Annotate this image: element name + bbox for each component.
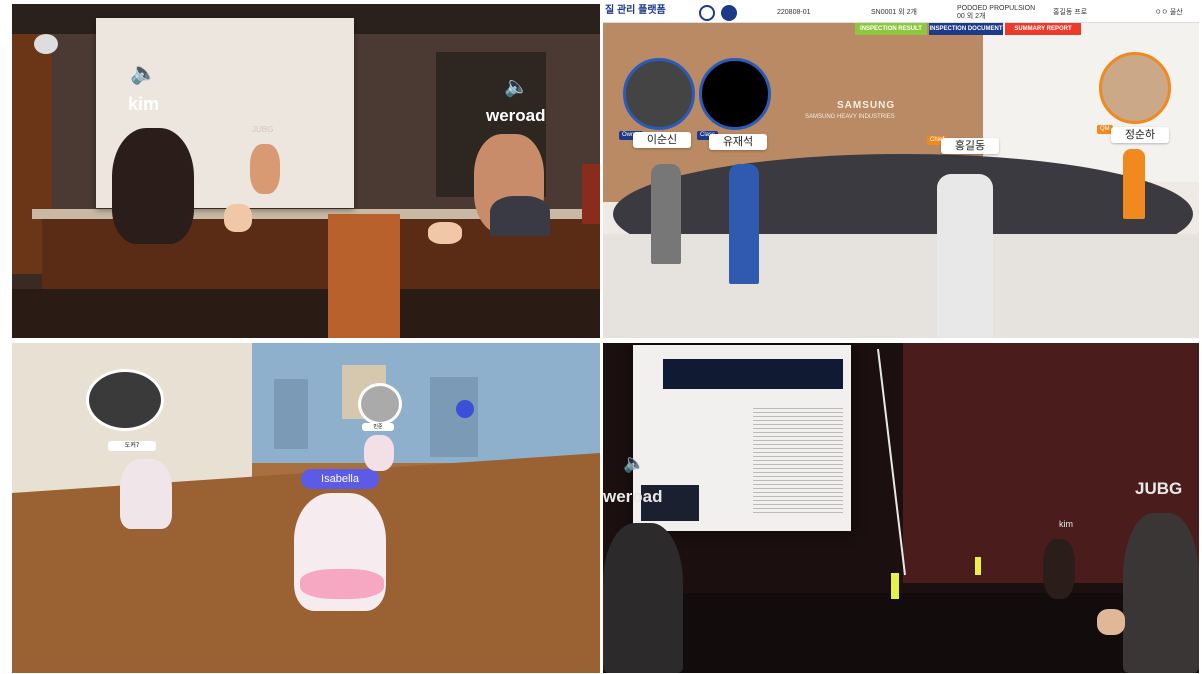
propulsion-info-line1: PODOED PROPULSION <box>957 5 1036 12</box>
serial-number-info: SN0001 외 2개 <box>871 9 917 16</box>
tab-inspection-document[interactable]: INSPECTION DOCUMENT <box>929 23 1003 35</box>
user-info[interactable]: ㅇㅇ 울산 <box>1155 9 1183 17</box>
video-feed-owner <box>623 58 695 130</box>
participant-label-kim: kim <box>1059 519 1073 529</box>
stage-light <box>975 557 981 575</box>
avatar-owner <box>651 164 681 264</box>
inspection-platform-view: 질 관리 플랫폼 220808-01 SN0001 외 2개 PODOED PR… <box>603 4 1199 338</box>
name-tag-class: 유재석 <box>709 134 767 150</box>
avatar-weroad <box>603 523 683 673</box>
name-tag-qm: 정순하 <box>1111 127 1169 143</box>
avatar-hand <box>1097 609 1125 635</box>
scene-background <box>603 4 1199 338</box>
speaker-icon: 🔈 <box>623 453 646 473</box>
speaker-icon: 🔈 <box>130 60 158 85</box>
platform-title: 질 관리 플랫폼 <box>605 5 666 16</box>
avatar-kim-hair <box>112 128 194 244</box>
video-feed-qm <box>1099 52 1171 124</box>
avatar-weroad-suit <box>490 196 550 236</box>
slide-header-image <box>663 359 843 389</box>
participant-label-jubg: JUBG <box>252 125 274 134</box>
wall-subtitle: SAMSUNG HEAVY INDUSTRIES <box>805 114 895 120</box>
avatar-jubg <box>250 144 280 194</box>
avatar-cow-back <box>364 435 394 471</box>
video-feed-user-2 <box>358 383 402 425</box>
video-feed-user <box>86 369 164 431</box>
speaker-icon: 🔈 <box>504 76 529 98</box>
vr-auditorium: 🔈 weroad JUBG kim <box>603 343 1199 673</box>
location-info: 홍길동 프로 <box>1053 9 1088 16</box>
project-code: 220808-01 <box>777 9 811 16</box>
wall-logo: SAMSUNG <box>837 100 896 111</box>
name-tag-owner: 이순신 <box>633 132 691 148</box>
participant-label-weroad: weroad <box>603 487 663 506</box>
presentation-screen <box>633 345 851 531</box>
avatar-hand <box>224 204 252 232</box>
user-name-tag: Isabella <box>301 469 379 489</box>
info-icon[interactable] <box>721 5 737 21</box>
participant-label-jubg: JUBG <box>1135 479 1183 498</box>
vr-meeting-room-wood: 🔈 kim JUBG 🔈 weroad <box>12 4 600 338</box>
portal-icon[interactable] <box>456 400 474 418</box>
small-name-tag-right: 민준 <box>362 423 394 431</box>
participant-label-kim: kim <box>128 94 160 114</box>
security-camera-icon <box>34 34 58 54</box>
tab-summary-report[interactable]: SUMMARY REPORT <box>1005 23 1081 35</box>
video-feed-class <box>699 58 771 130</box>
avatar-chief <box>937 174 993 338</box>
small-name-tag-left: 도커7 <box>108 441 156 451</box>
stage-light <box>891 573 899 599</box>
avatar-tutu <box>300 569 384 599</box>
avatar-hand <box>428 222 462 244</box>
tab-inspection-result[interactable]: INSPECTION RESULT <box>855 23 927 35</box>
slide-text-column <box>753 405 843 515</box>
avatar-qm <box>1123 149 1145 219</box>
avatar-cow-left <box>120 459 172 529</box>
name-tag-chief: 홍길동 <box>941 138 999 154</box>
avatar-class <box>729 164 759 284</box>
avatar-jubg <box>1123 513 1199 673</box>
compass-icon[interactable] <box>699 5 715 21</box>
avatar-kim <box>1043 539 1075 599</box>
participant-label-weroad: weroad <box>486 106 546 125</box>
vr-hall-wood-floor: 도커7 민준 Isabella <box>12 343 600 673</box>
propulsion-info-line2: 00 외 2개 <box>957 13 986 20</box>
